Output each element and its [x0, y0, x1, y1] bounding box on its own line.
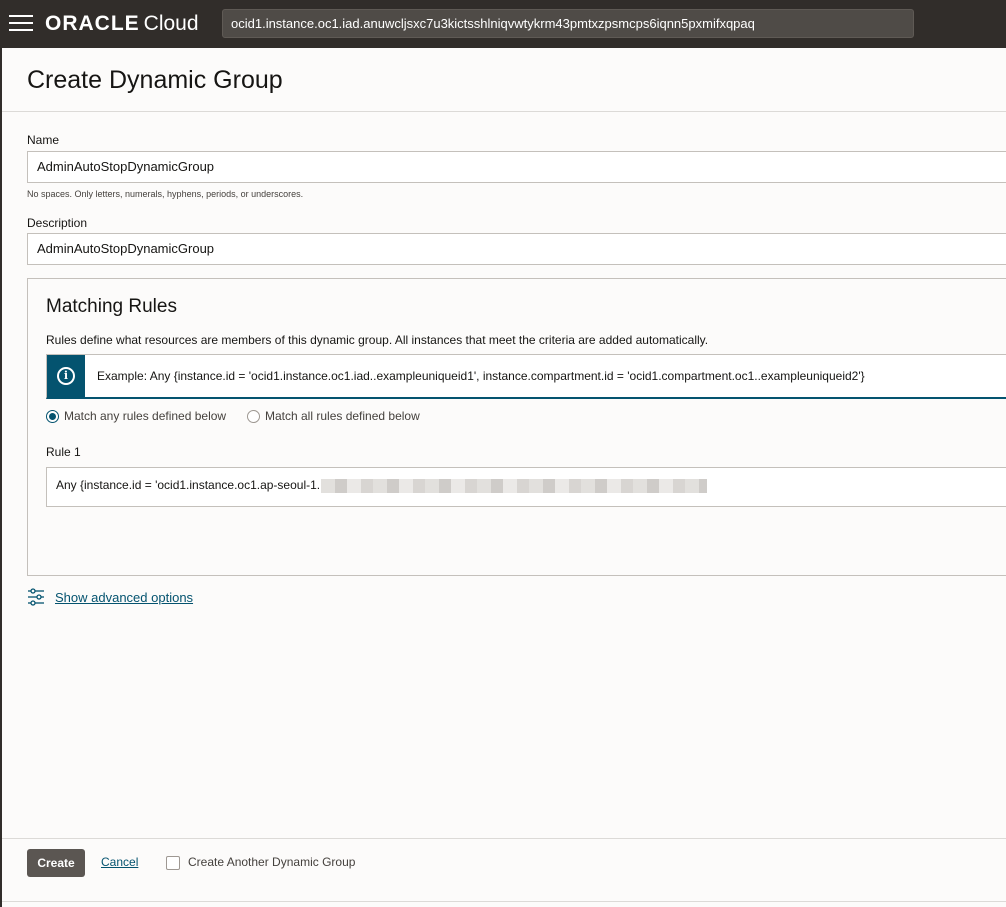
brand-suffix: Cloud: [143, 12, 199, 35]
create-button[interactable]: Create: [27, 849, 85, 877]
create-another-label: Create Another Dynamic Group: [188, 855, 356, 869]
hamburger-menu-icon[interactable]: [9, 15, 33, 33]
description-field[interactable]: AdminAutoStopDynamicGroup: [27, 233, 1006, 265]
match-all-radio[interactable]: [247, 409, 260, 423]
match-any-radio[interactable]: [46, 409, 59, 423]
match-any-label: Match any rules defined below: [64, 409, 227, 423]
rule-1-label: Rule 1: [46, 445, 81, 459]
match-any-option[interactable]: Match any rules defined below: [46, 409, 226, 423]
info-icon: i: [47, 355, 85, 398]
panel-header: Create Dynamic Group: [2, 48, 1006, 112]
description-label: Description: [27, 216, 88, 230]
page-title: Create Dynamic Group: [27, 66, 283, 94]
matching-rules-description: Rules define what resources are members …: [46, 333, 709, 347]
match-all-option[interactable]: Match all rules defined below: [247, 409, 420, 423]
example-text: Example: Any {instance.id = 'ocid1.insta…: [97, 369, 865, 383]
matching-rules-section: Matching Rules Rules define what resourc…: [27, 278, 1006, 576]
search-input[interactable]: ocid1.instance.oc1.iad.anuwcljsxc7u3kict…: [222, 9, 914, 38]
match-all-label: Match all rules defined below: [265, 409, 420, 423]
bottom-divider: [2, 901, 1006, 902]
matching-rules-title: Matching Rules: [46, 296, 177, 317]
rule-1-input[interactable]: Any {instance.id = 'ocid1.instance.oc1.a…: [46, 467, 1006, 507]
rule-1-text: Any {instance.id = 'ocid1.instance.oc1.a…: [56, 478, 321, 492]
show-advanced-options-link[interactable]: Show advanced options: [55, 590, 193, 605]
sliders-icon: [28, 588, 44, 606]
example-info-box: i Example: Any {instance.id = 'ocid1.ins…: [46, 354, 1006, 399]
name-label: Name: [27, 133, 60, 147]
create-another-checkbox[interactable]: [166, 856, 180, 870]
cancel-link[interactable]: Cancel: [101, 855, 138, 869]
name-help-text: No spaces. Only letters, numerals, hyphe…: [27, 189, 304, 199]
advanced-options[interactable]: Show advanced options: [27, 588, 193, 606]
name-field[interactable]: AdminAutoStopDynamicGroup: [27, 151, 1006, 183]
form-footer: Create Cancel Create Another Dynamic Gro…: [2, 838, 1006, 907]
oracle-cloud-logo[interactable]: ORACLE Cloud: [45, 12, 199, 36]
brand-name: ORACLE: [45, 12, 140, 35]
create-dynamic-group-panel: Create Dynamic Group Name AdminAutoStopD…: [2, 48, 1006, 907]
top-navigation-bar: ORACLE Cloud ocid1.instance.oc1.iad.anuwc…: [0, 0, 1006, 48]
redacted-ocid: [321, 478, 708, 493]
